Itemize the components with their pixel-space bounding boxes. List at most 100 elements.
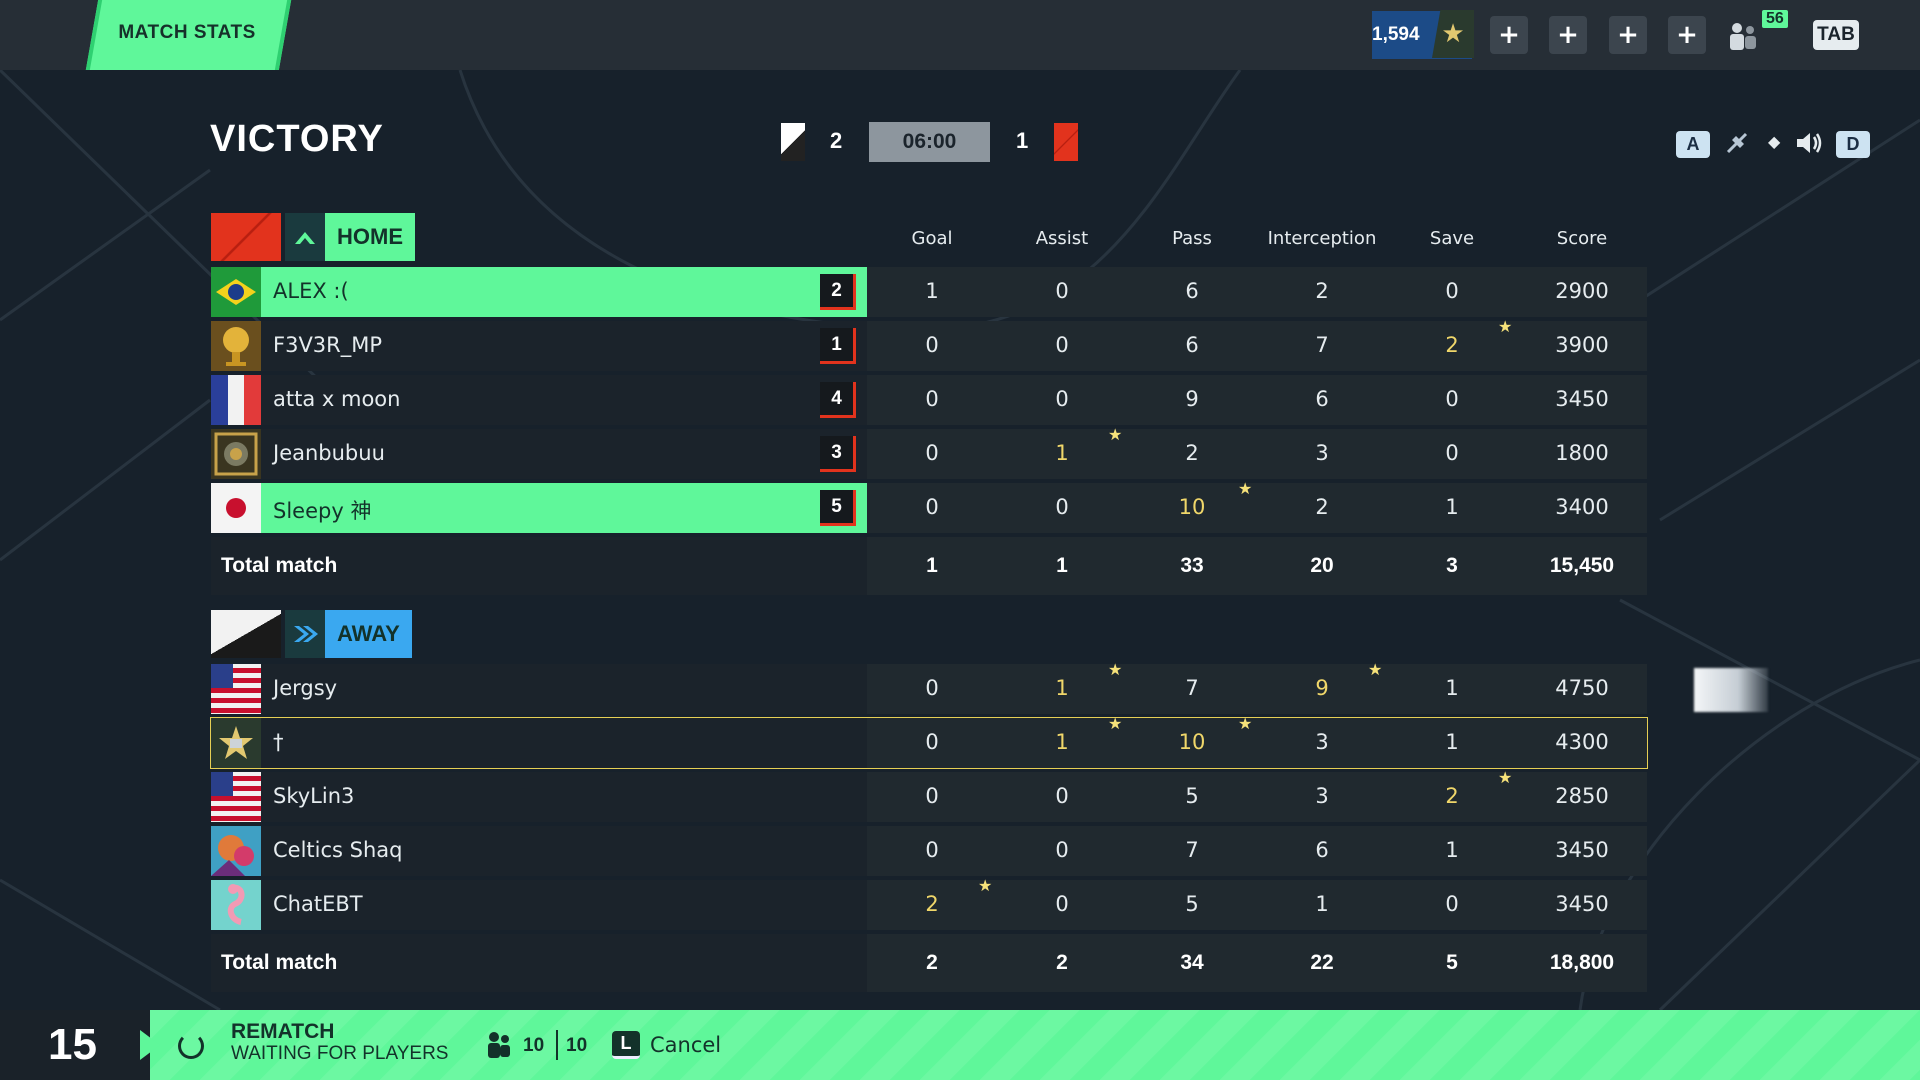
tab-key-hint[interactable]: TAB [1813,20,1859,50]
stat-goal: 0 [925,730,939,754]
stat-assist: 1 [1055,730,1069,754]
best-stat-star-icon: ★ [1238,714,1253,733]
total-pass: 34 [1180,951,1204,974]
stat-assist: 0 [1055,495,1069,519]
match-stats-tab[interactable]: MATCH STATS [85,0,292,70]
emblem-icon [211,429,261,479]
flamingo-avatar-icon [211,880,261,930]
home-score: 2 [830,128,843,153]
table-row[interactable]: Celtics Shaq 0 0 7 6 1 3450 [211,826,1647,876]
stat-pass: 7 [1185,838,1199,862]
stat-goal: 0 [925,784,939,808]
players-max-count: 10 [566,1035,588,1056]
trophy-icon [211,321,261,371]
col-head-goal: Goal [911,228,953,249]
player-name: ChatEBT [273,892,363,916]
stat-score: 4750 [1555,676,1609,700]
table-row[interactable]: Sleepy 神 5 0 0 10 ★ 2 1 3400 [211,479,1647,533]
player-avatar-art-icon [211,826,261,876]
match-timer: 06:00 [869,122,990,162]
table-row-current-player[interactable]: † 0 1 ★ 10 ★ 3 1 4300 [210,714,1648,769]
stat-score: 3450 [1555,892,1609,916]
plus-button-4[interactable]: + [1668,16,1706,54]
total-score: 18,800 [1549,951,1615,974]
stat-goal: 0 [925,676,939,700]
best-stat-star-icon: ★ [1498,768,1513,787]
player-rank: 3 [820,436,856,472]
rematch-label: REMATCH [231,1020,335,1043]
col-head-pass: Pass [1172,228,1212,249]
total-goal: 2 [926,951,938,974]
stat-score: 1800 [1555,441,1609,465]
best-stat-star-icon: ★ [1108,660,1123,679]
stat-pass: 10 [1178,730,1206,754]
table-row[interactable]: Jergsy 0 1 ★ 7 9 ★ 1 4750 [211,660,1647,714]
stat-save: 2 [1445,333,1459,357]
key-d-hint[interactable]: D [1836,131,1870,158]
stat-assist: 0 [1055,387,1069,411]
speaker-icon[interactable] [1794,128,1824,165]
stat-pass: 6 [1185,279,1199,303]
match-stats-label: MATCH STATS [118,22,256,43]
table-row[interactable]: ALEX :( 2 1 0 6 2 0 2900 [211,267,1647,317]
stat-assist: 1 [1055,441,1069,465]
france-flag-icon [211,375,261,425]
stat-assist: 0 [1055,279,1069,303]
audio-separator-icon: ◆ [1768,132,1781,151]
player-name: ALEX :( [273,279,349,303]
players-icon [484,1030,514,1067]
player-rank: 1 [820,328,856,364]
stat-interception: 7 [1315,333,1329,357]
table-row[interactable]: atta x moon 4 0 0 9 6 0 3450 [211,375,1647,425]
col-head-score: Score [1556,228,1608,249]
stat-save: 0 [1445,441,1459,465]
col-head-save: Save [1429,228,1475,249]
table-row[interactable]: F3V3R_MP 1 0 0 6 7 2 ★ 3900 [211,317,1647,371]
friends-icon[interactable] [1722,16,1762,56]
scroll-indicator[interactable] [1694,668,1768,712]
plus-button-2[interactable]: + [1549,16,1587,54]
stat-goal: 0 [925,441,939,465]
total-interception: 22 [1310,951,1334,974]
mic-muted-icon[interactable] [1722,128,1752,165]
cancel-button[interactable]: Cancel [650,1033,721,1057]
home-team-flag-icon [781,123,805,161]
loading-spinner-icon [178,1033,204,1059]
stat-assist: 1 [1055,676,1069,700]
total-save: 3 [1446,554,1458,577]
player-rank: 5 [820,490,856,526]
player-name: † [273,730,284,754]
stat-save: 1 [1445,730,1459,754]
total-pass: 33 [1180,554,1204,577]
plus-button-1[interactable]: + [1490,16,1528,54]
brazil-flag-icon [211,267,261,317]
stat-pass: 5 [1185,784,1199,808]
table-row[interactable]: ChatEBT 2 ★ 0 5 1 0 3450 [211,876,1647,930]
total-save: 5 [1446,951,1458,974]
home-team-icon [285,213,325,261]
stat-save: 0 [1445,892,1459,916]
stat-save: 0 [1445,387,1459,411]
total-label: Total match [221,554,338,577]
usa-flag-icon [211,664,261,714]
stat-score: 3400 [1555,495,1609,519]
table-row[interactable]: Jeanbubuu 3 0 1 ★ 2 3 0 1800 [211,425,1647,479]
stat-save: 0 [1445,279,1459,303]
stat-pass: 2 [1185,441,1199,465]
home-team-label: HOME [325,213,415,261]
home-total-row: Total match 1 1 33 20 3 15,450 [211,537,1647,595]
match-result-title: VICTORY [210,118,384,160]
stat-score: 2850 [1555,784,1609,808]
stat-score: 4300 [1555,730,1609,754]
cancel-key-hint[interactable]: L [612,1031,640,1059]
stat-save: 1 [1445,838,1459,862]
player-rank: 2 [820,274,856,310]
stat-interception: 3 [1315,441,1329,465]
home-team-badge [211,213,281,261]
stat-pass: 10 [1178,495,1206,519]
total-assist: 2 [1056,951,1068,974]
plus-button-3[interactable]: + [1609,16,1647,54]
total-score: 15,450 [1549,554,1615,577]
key-a-hint[interactable]: A [1676,131,1710,158]
table-row[interactable]: SkyLin3 0 0 5 3 2 ★ 2850 [211,768,1647,822]
